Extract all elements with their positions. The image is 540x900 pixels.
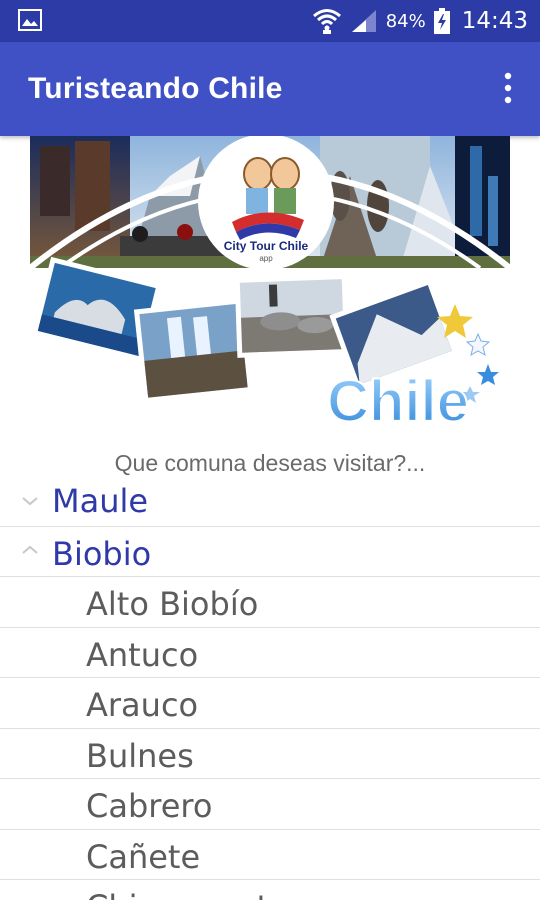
commune-list: Maule Biobio Alto Biobío Antuco Arauco B… <box>0 478 540 900</box>
region-label: Maule <box>52 482 149 520</box>
list-item[interactable]: Alto Biobío <box>0 577 540 628</box>
commune-label: Alto Biobío <box>86 585 259 623</box>
commune-label: Chiguayante <box>86 888 289 900</box>
status-bar: 84% 14:43 <box>0 0 540 42</box>
prompt-text: Que comuna deseas visitar?... <box>114 450 426 476</box>
list-item[interactable]: Cabrero <box>0 779 540 830</box>
clock: 14:43 <box>461 8 528 34</box>
list-item[interactable]: Arauco <box>0 678 540 729</box>
status-icons: 84% 14:43 <box>312 0 528 42</box>
region-label: Biobio <box>52 535 152 573</box>
wifi-icon <box>312 9 341 34</box>
commune-label: Cabrero <box>86 787 213 825</box>
list-item[interactable]: Bulnes <box>0 729 540 779</box>
list-item[interactable]: Antuco <box>0 628 540 678</box>
battery-charging-icon <box>433 8 450 34</box>
commune-label: Antuco <box>86 635 199 674</box>
battery-percent: 84% <box>385 10 426 32</box>
commune-label: Cañete <box>86 837 201 876</box>
list-item[interactable]: Chiguayante <box>0 880 540 900</box>
region-row-biobio[interactable]: Biobio <box>0 527 540 577</box>
logo-title: City Tour Chile <box>224 239 309 253</box>
overflow-menu-icon[interactable] <box>498 70 518 106</box>
banner-country-text: Chile <box>327 369 469 434</box>
commune-label: Arauco <box>86 686 199 724</box>
image-notification-icon <box>18 9 42 31</box>
signal-icon <box>351 10 376 32</box>
region-row-maule[interactable]: Maule <box>0 478 540 527</box>
commune-label: Bulnes <box>86 736 194 775</box>
banner-image: City Tour Chile app Chile <box>28 136 512 435</box>
chevron-up-icon <box>22 545 38 554</box>
logo-sub: app <box>259 254 273 263</box>
chevron-down-icon <box>22 497 38 506</box>
app-bar: Turisteando Chile <box>0 42 540 136</box>
app-title: Turisteando Chile <box>28 72 283 105</box>
list-item[interactable]: Cañete <box>0 830 540 880</box>
